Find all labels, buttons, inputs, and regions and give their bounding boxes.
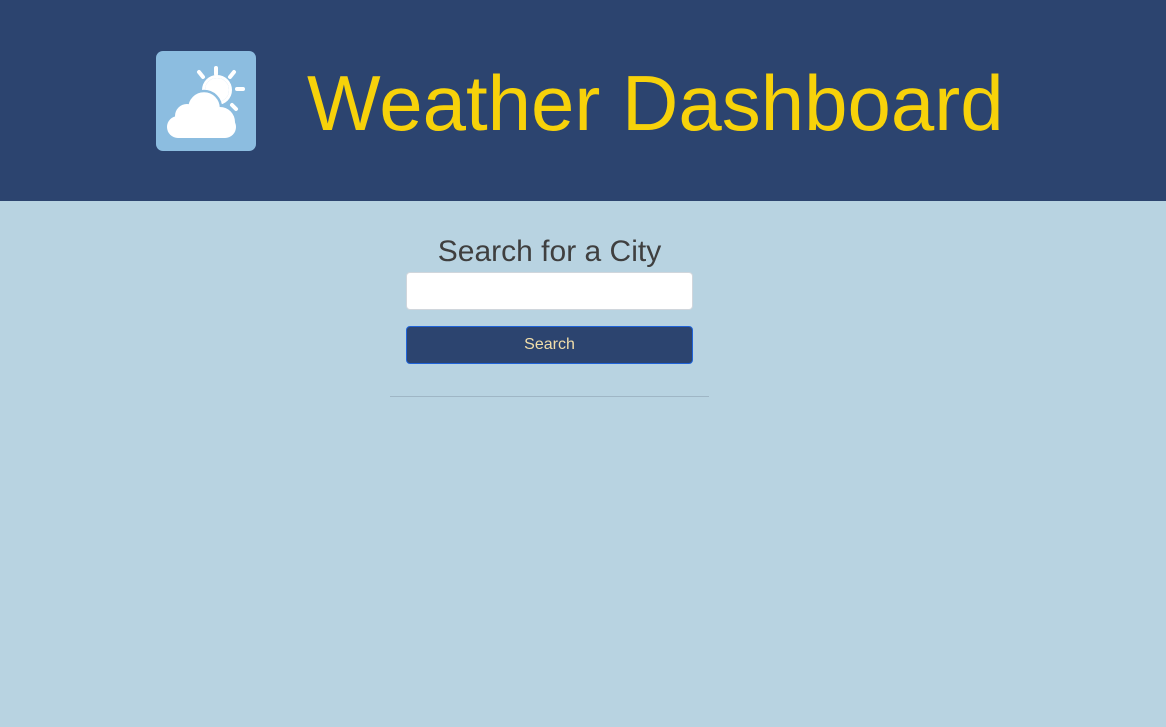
search-history-divider <box>390 396 709 397</box>
page-title: Weather Dashboard <box>307 59 1004 147</box>
search-button[interactable]: Search <box>406 326 693 364</box>
city-search-input[interactable] <box>406 272 693 310</box>
partly-cloudy-icon <box>156 51 256 151</box>
page-header: Weather Dashboard <box>0 0 1166 201</box>
search-heading: Search for a City <box>437 235 662 268</box>
